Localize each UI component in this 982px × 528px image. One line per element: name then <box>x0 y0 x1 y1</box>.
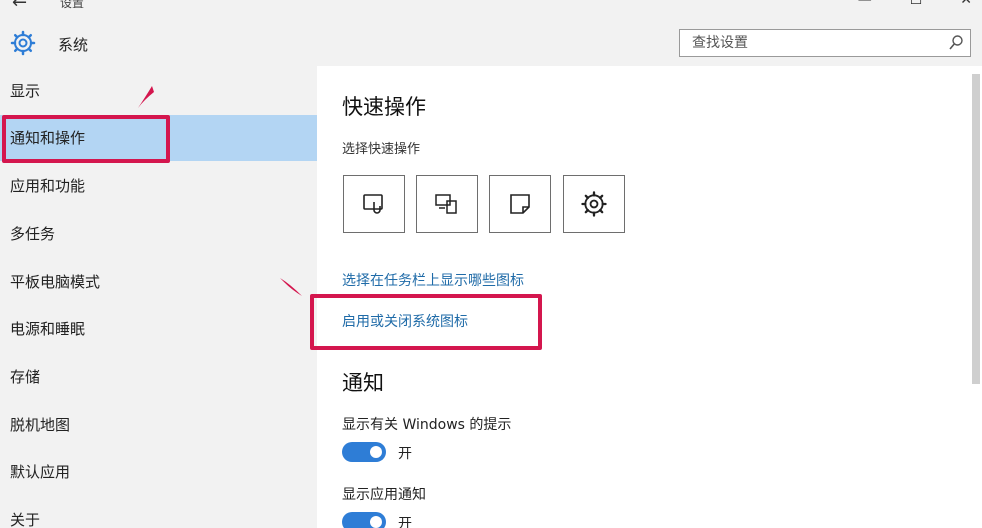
section-title: 系统 <box>58 36 89 54</box>
quick-action-settings[interactable] <box>563 175 625 233</box>
quick-action-note[interactable] <box>489 175 551 233</box>
title-bar: ← 设置 — ☐ ✕ 系统 <box>0 0 982 66</box>
sidebar-item-multitasking[interactable]: 多任务 <box>0 211 317 257</box>
scrollbar[interactable] <box>972 74 980 384</box>
minimize-button[interactable]: — <box>858 0 872 8</box>
search-icon[interactable] <box>948 34 964 52</box>
sidebar-item-default-apps[interactable]: 默认应用 <box>0 449 317 495</box>
quick-actions-heading: 快速操作 <box>342 95 426 119</box>
gear-icon <box>10 30 36 56</box>
sidebar-item-about[interactable]: 关于 <box>0 497 317 528</box>
close-button[interactable]: ✕ <box>960 0 972 8</box>
link-taskbar-icons[interactable]: 选择在任务栏上显示哪些图标 <box>342 270 524 290</box>
app-notifications-toggle[interactable] <box>342 512 386 528</box>
quick-actions-subtitle: 选择快速操作 <box>342 142 421 157</box>
sidebar-item-power-sleep[interactable]: 电源和睡眠 <box>0 306 317 352</box>
back-arrow-icon[interactable]: ← <box>12 0 27 13</box>
windows-tips-toggle[interactable] <box>342 442 386 462</box>
maximize-button[interactable]: ☐ <box>910 0 923 8</box>
tablet-mode-icon <box>363 194 383 214</box>
app-notifications-label: 显示应用通知 <box>342 487 426 503</box>
annotation-arrow-icon <box>280 278 302 296</box>
search-input[interactable] <box>680 30 930 56</box>
quick-action-project[interactable] <box>416 175 478 233</box>
sidebar-item-tablet-mode[interactable]: 平板电脑模式 <box>0 259 317 305</box>
settings-window: ← 设置 — ☐ ✕ 系统 显示 通知和操作 <box>0 0 982 528</box>
settings-icon <box>581 191 607 217</box>
window-controls: — ☐ ✕ <box>858 0 972 8</box>
sidebar-item-offline-maps[interactable]: 脱机地图 <box>0 402 317 448</box>
search-box[interactable] <box>679 29 971 57</box>
windows-tips-label: 显示有关 Windows 的提示 <box>342 417 512 433</box>
project-icon <box>435 194 457 214</box>
note-icon <box>510 194 530 214</box>
annotation-box-nav <box>2 115 170 163</box>
app-title: 设置 <box>60 0 85 10</box>
annotation-box-link <box>310 294 542 350</box>
annotation-arrow-icon <box>138 86 154 108</box>
notifications-heading: 通知 <box>342 371 384 395</box>
windows-tips-state: 开 <box>398 446 412 462</box>
app-notifications-state: 开 <box>398 516 412 528</box>
sidebar-item-apps[interactable]: 应用和功能 <box>0 163 317 209</box>
sidebar-item-storage[interactable]: 存储 <box>0 354 317 400</box>
quick-action-tablet-mode[interactable] <box>343 175 405 233</box>
